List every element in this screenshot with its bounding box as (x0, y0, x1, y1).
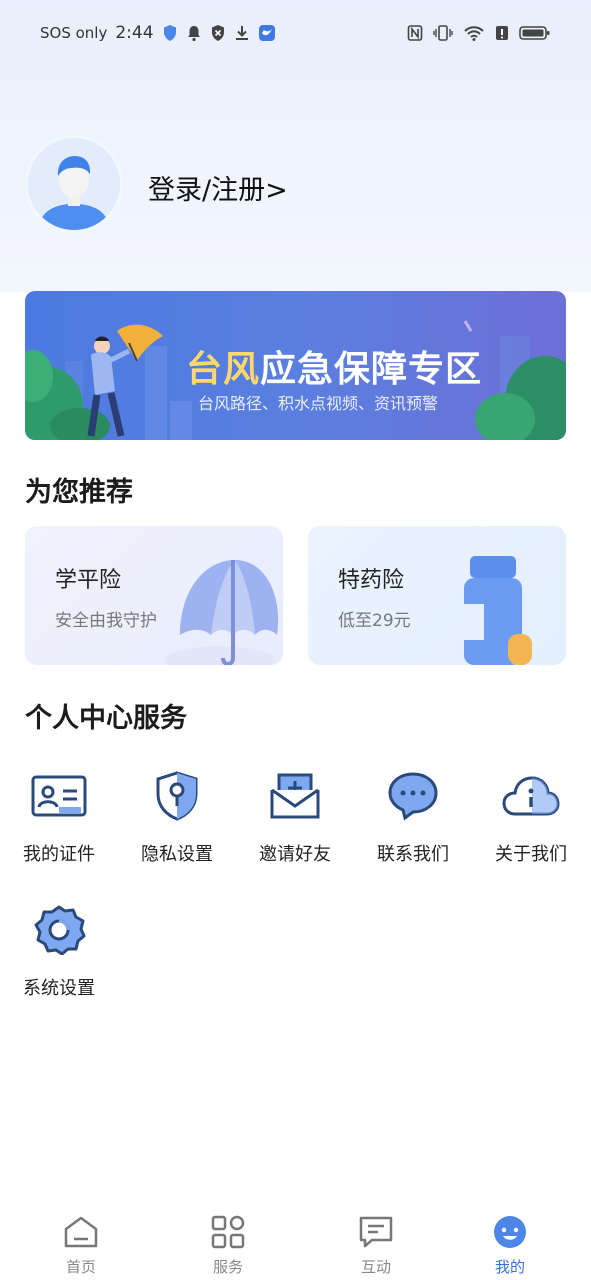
card-subtitle: 低至29元 (338, 611, 411, 631)
recommend-section-title: 为您推荐 (25, 477, 133, 508)
card-title: 特药险 (338, 568, 405, 593)
bell-icon (186, 24, 202, 42)
carrier-text: SOS only (40, 24, 108, 42)
download-icon (234, 24, 250, 42)
invite-mail-icon (265, 766, 325, 826)
service-label: 联系我们 (377, 844, 449, 865)
bird-app-icon (258, 24, 276, 42)
nav-label: 首页 (65, 1258, 96, 1276)
vibrate-icon (433, 24, 453, 42)
card-title: 学平险 (55, 568, 122, 593)
service-invite-friends[interactable]: 邀请好友 (236, 766, 354, 866)
wifi-icon (463, 24, 485, 42)
gear-icon (29, 900, 89, 960)
service-contact-us[interactable]: 联系我们 (354, 766, 472, 866)
battery-icon (519, 24, 551, 42)
nfc-icon (407, 24, 423, 42)
bottom-navigation: 首页 服务 互动 我的 (0, 1200, 591, 1280)
service-about-us[interactable]: 关于我们 (472, 766, 590, 866)
service-label: 邀请好友 (259, 844, 331, 865)
service-label: 我的证件 (23, 844, 95, 865)
recommend-card-special-drug-insurance[interactable]: 特药险 低至29元 (308, 526, 566, 665)
info-cloud-icon (501, 766, 561, 826)
medicine-bottle-icon (464, 556, 532, 665)
banner-subtitle: 台风路径、积水点视频、资讯预警 (198, 394, 439, 413)
nav-tab-services[interactable]: 服务 (178, 1212, 278, 1277)
card-subtitle: 安全由我守护 (55, 611, 157, 631)
services-section-title: 个人中心服务 (25, 703, 187, 734)
id-card-icon (29, 766, 89, 826)
nav-label: 服务 (212, 1258, 243, 1276)
umbrella-icon (165, 560, 279, 665)
banner-title-highlight: 台风 (186, 349, 261, 390)
clock-time: 2:44 (115, 23, 154, 43)
nav-tab-mine[interactable]: 我的 (460, 1212, 560, 1277)
block-icon (210, 24, 226, 42)
service-privacy-settings[interactable]: 隐私设置 (118, 766, 236, 866)
chat-bubble-icon (383, 766, 443, 826)
home-icon (61, 1212, 101, 1252)
alert-icon (495, 24, 509, 42)
banner-title-rest: 应急保障专区 (260, 349, 483, 390)
service-my-documents[interactable]: 我的证件 (0, 766, 118, 866)
service-system-settings[interactable]: 系统设置 (0, 900, 118, 1000)
nav-label: 我的 (494, 1258, 525, 1276)
avatar[interactable] (25, 135, 123, 233)
recommend-card-student-insurance[interactable]: 学平险 安全由我守护 (25, 526, 283, 665)
profile-face-icon (490, 1212, 530, 1252)
nav-label: 互动 (360, 1258, 391, 1276)
service-label: 隐私设置 (141, 844, 213, 865)
message-icon (356, 1212, 396, 1252)
nav-tab-interaction[interactable]: 互动 (326, 1212, 426, 1277)
shield-icon (162, 24, 178, 42)
service-label: 关于我们 (495, 844, 567, 865)
privacy-shield-icon (147, 766, 207, 826)
status-bar: SOS only 2:44 (0, 18, 591, 48)
default-user-icon (28, 138, 120, 230)
login-register-link[interactable]: 登录/注册> (148, 168, 288, 207)
banner-title: 台风应急保障专区 (186, 340, 482, 392)
service-label: 系统设置 (23, 978, 95, 999)
grid-icon (208, 1212, 248, 1252)
nav-tab-home[interactable]: 首页 (31, 1212, 131, 1277)
